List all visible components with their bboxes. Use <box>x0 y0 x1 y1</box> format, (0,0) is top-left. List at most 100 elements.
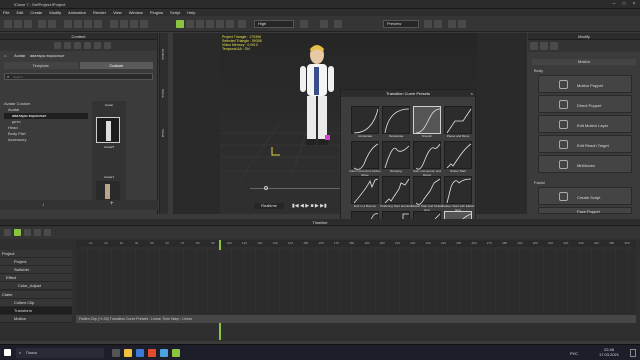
curve-preset-decelerate[interactable] <box>382 106 410 134</box>
grid-icon[interactable] <box>186 20 194 28</box>
scene-icon[interactable] <box>94 42 101 49</box>
flatten-icon[interactable] <box>44 229 51 236</box>
home-icon[interactable]: ⌂ <box>4 53 6 58</box>
edit-reach-target-button[interactable]: Edit Reach Target <box>538 135 632 153</box>
side-tab-scene[interactable]: Scene <box>161 89 165 98</box>
track-collect-clip[interactable]: Collect Clip <box>0 299 72 307</box>
curve-preset-accelerate[interactable] <box>351 106 379 134</box>
camera-icon[interactable] <box>110 20 118 28</box>
curve-preset-sudden-start-with-elastic-end[interactable] <box>444 176 472 204</box>
menu-render[interactable]: Render <box>93 10 106 15</box>
attribute-icon[interactable] <box>530 42 538 50</box>
track-switcher[interactable]: Switcher <box>0 266 72 274</box>
track-claire[interactable]: Claire <box>0 291 72 299</box>
motion-clip-status[interactable]: Flatten Clip (+1.00) Transition Curve Pr… <box>76 315 636 323</box>
minimize-icon[interactable]: – <box>610 2 618 7</box>
new-icon[interactable] <box>4 20 12 28</box>
curve-preset-pause-and-move[interactable] <box>444 106 472 134</box>
layout-icon[interactable] <box>458 20 466 28</box>
motion-tab[interactable]: Motion <box>532 59 636 65</box>
edge-icon[interactable] <box>136 349 144 357</box>
clip-icon[interactable] <box>34 229 41 236</box>
prop-icon[interactable] <box>74 42 81 49</box>
curve-preset-gain-momentum-and-damp[interactable] <box>413 141 441 170</box>
curve-preset-damping[interactable] <box>382 141 410 169</box>
physics-icon[interactable] <box>320 20 328 28</box>
add-icon[interactable]: + <box>110 201 114 207</box>
rotate-icon[interactable] <box>84 20 92 28</box>
tree-item[interactable]: Accessory <box>4 137 88 143</box>
explorer-icon[interactable] <box>124 349 132 357</box>
clock[interactable]: 22:46 17.03.2021 <box>594 347 624 357</box>
side-tab-content[interactable]: Content <box>161 49 165 60</box>
scale-icon[interactable] <box>94 20 102 28</box>
time-ruler[interactable]: 10 20 30 40 50 60 70 80 90 100 110 120 130 140 150 160 1… <box>76 240 636 247</box>
avatar-icon[interactable] <box>64 42 71 49</box>
undo-icon[interactable] <box>38 20 46 28</box>
play-controls-icon[interactable]: ▮◀ ◀ ▶ ■ ▶ ▶▮ <box>292 203 327 209</box>
filter-icon[interactable] <box>14 229 21 236</box>
motion-icon[interactable] <box>84 42 91 49</box>
gear-icon[interactable] <box>540 42 548 50</box>
menu-view[interactable]: View <box>113 10 122 15</box>
curve-preset-smooth[interactable] <box>413 106 441 134</box>
curve-preset-stuttering-start-and-end[interactable] <box>382 176 410 204</box>
layer-icon[interactable] <box>24 229 31 236</box>
render-image-icon[interactable] <box>434 20 442 28</box>
avatar-thumbnail[interactable] <box>96 117 120 143</box>
realtime-dropdown[interactable]: Realtime <box>254 203 284 209</box>
taskbar-search[interactable]: ⌕ Поиск <box>16 348 104 358</box>
pan-icon[interactable] <box>120 20 128 28</box>
close-icon[interactable]: × <box>630 2 638 7</box>
windows-start-icon[interactable] <box>4 349 11 356</box>
download-icon[interactable]: ↓ <box>42 202 45 208</box>
save-icon[interactable] <box>24 20 32 28</box>
breadcrumb-path[interactable]: Avatar <box>14 53 26 58</box>
face-puppet-button[interactable]: Face Puppet <box>538 207 632 214</box>
menu-create[interactable]: Create <box>30 10 42 15</box>
track-transform[interactable]: Transform <box>0 307 72 315</box>
menu-edit[interactable]: Edit <box>16 10 23 15</box>
edit-motion-layer-button[interactable]: Edit Motion Layer <box>538 115 632 133</box>
track-effect[interactable]: Effect <box>0 274 72 282</box>
light-icon[interactable] <box>196 20 204 28</box>
wireframe-icon[interactable] <box>216 20 224 28</box>
render-video-icon[interactable] <box>424 20 432 28</box>
app-icon[interactable] <box>148 349 156 357</box>
menu-window[interactable]: Window <box>129 10 143 15</box>
track-color-adjust[interactable]: Color_Adjust <box>0 282 72 290</box>
move-icon[interactable] <box>74 20 82 28</box>
checker-icon[interactable] <box>550 42 558 50</box>
display-icon[interactable] <box>238 20 246 28</box>
gizmo-icon[interactable] <box>176 20 184 28</box>
menu-plugins[interactable]: Plugins <box>150 10 163 15</box>
track-motion[interactable]: Motion <box>0 315 72 323</box>
iclone-icon[interactable] <box>172 349 180 357</box>
menu-script[interactable]: Script <box>170 10 180 15</box>
menu-file[interactable]: File <box>3 10 9 15</box>
menu-modify[interactable]: Modify <box>49 10 61 15</box>
menu-help[interactable]: Help <box>187 10 195 15</box>
direct-puppet-button[interactable]: Direct Puppet <box>538 95 632 113</box>
orbit-icon[interactable] <box>140 20 148 28</box>
curve-preset-stutter-start[interactable] <box>444 141 472 169</box>
select-icon[interactable] <box>64 20 72 28</box>
motion-puppet-button[interactable]: Motion Puppet <box>538 75 632 93</box>
side-tab-visual[interactable]: Visual <box>161 129 165 137</box>
quality-dropdown[interactable]: High <box>254 20 294 28</box>
toggle-icon[interactable] <box>334 20 342 28</box>
scrub-handle[interactable] <box>264 186 268 190</box>
shadow-icon[interactable] <box>206 20 214 28</box>
zoom-icon[interactable] <box>130 20 138 28</box>
notification-icon[interactable] <box>630 349 636 357</box>
tab-template[interactable]: Template <box>4 62 78 69</box>
close-icon[interactable]: × <box>471 90 473 97</box>
preview-dropdown[interactable]: Preview <box>383 20 419 28</box>
curve-preset-gain-momentum-before-move[interactable] <box>351 141 379 170</box>
track-project-sub[interactable]: Project <box>0 258 72 266</box>
curve-preset-end-in-a-bounce[interactable] <box>351 176 379 204</box>
breadcrumb-sub[interactable]: аватары взрослые <box>30 53 64 58</box>
settings-icon[interactable] <box>448 20 456 28</box>
open-icon[interactable] <box>14 20 22 28</box>
render-icon[interactable] <box>226 20 234 28</box>
